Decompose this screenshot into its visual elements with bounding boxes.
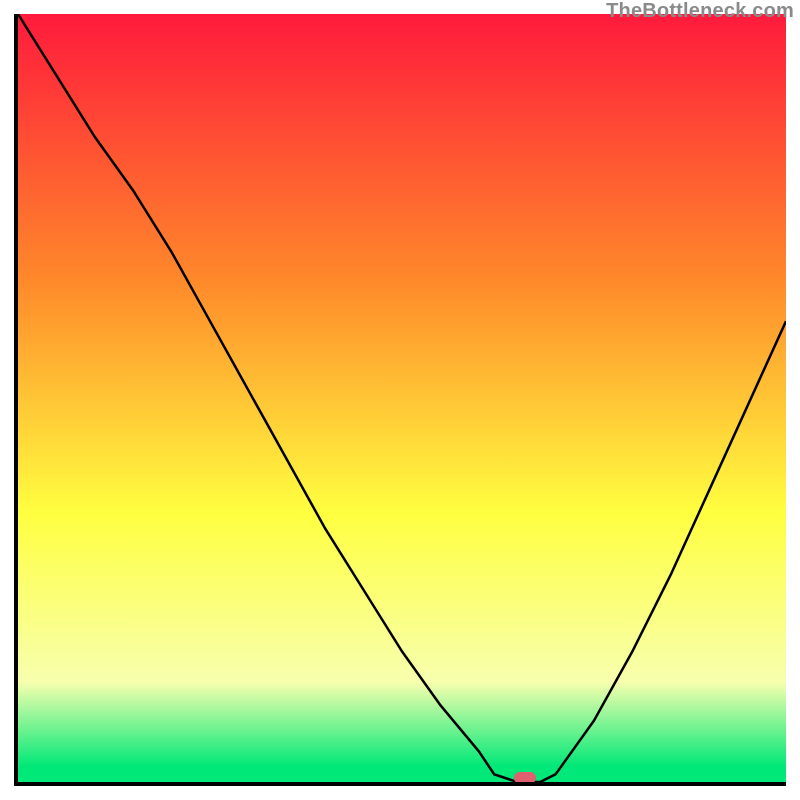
watermark-text: TheBottleneck.com [606,0,794,23]
bottleneck-curve [18,14,786,782]
bottleneck-chart: TheBottleneck.com [0,0,800,800]
plot-area [14,14,786,786]
optimal-point-marker [514,772,536,784]
